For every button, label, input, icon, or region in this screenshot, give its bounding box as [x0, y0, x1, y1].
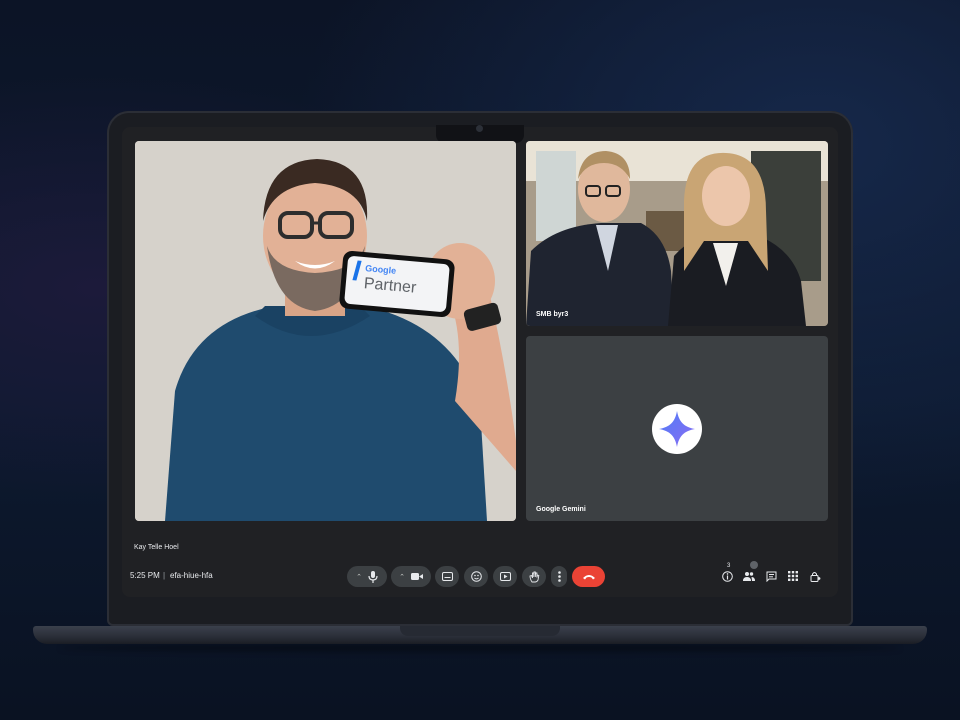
participant-name-gemini: Google Gemini [536, 506, 586, 513]
people-icon [743, 572, 755, 581]
chevron-up-icon[interactable]: ⌃ [399, 573, 405, 581]
gemini-star-icon [659, 411, 695, 447]
mic-icon [368, 570, 378, 583]
phone-google-partner: Google Partner [338, 250, 456, 318]
info-icon [721, 570, 733, 582]
webcam-dot [476, 125, 483, 132]
camera-icon [410, 573, 423, 580]
call-end-icon [582, 575, 595, 580]
activities-button[interactable] [786, 569, 800, 583]
host-controls-button[interactable] [808, 569, 822, 583]
more-vert-icon [557, 571, 561, 582]
people-button[interactable] [742, 569, 756, 583]
present-icon [499, 572, 511, 581]
camera-button[interactable]: ⌃ [391, 566, 431, 587]
gemini-avatar [652, 404, 702, 454]
leave-call-button[interactable] [572, 566, 605, 587]
meeting-info-button[interactable] [720, 569, 734, 583]
more-options-button[interactable] [551, 566, 567, 587]
laptop-shadow [60, 644, 900, 652]
emoji-icon [470, 571, 482, 582]
chat-icon [766, 571, 776, 582]
lock-person-icon [810, 571, 820, 582]
apps-grid-icon [788, 571, 798, 581]
hand-icon [529, 571, 539, 582]
mic-button[interactable]: ⌃ [347, 566, 387, 587]
meeting-separator: | [163, 571, 166, 580]
participant-name-smb: SMB byr3 [536, 311, 569, 318]
participant-video-main [135, 141, 516, 521]
raise-hand-button[interactable] [522, 566, 546, 587]
chevron-up-icon[interactable]: ⌃ [356, 573, 362, 581]
meeting-time: 5:25 PM [130, 571, 160, 580]
laptop-base-groove [400, 626, 560, 636]
phone-logo-word: Google [364, 263, 397, 276]
reactions-button[interactable] [464, 566, 488, 587]
participant-tile-smb[interactable]: SMB byr3 [526, 141, 828, 326]
captions-button[interactable] [435, 566, 459, 587]
present-button[interactable] [493, 566, 517, 587]
captions-icon [441, 572, 453, 581]
participant-tile-main[interactable]: Google Partner [135, 141, 516, 521]
chat-button[interactable] [764, 569, 778, 583]
participant-name-main: Kay Telle Hoel [134, 544, 179, 551]
participant-video-smb [526, 141, 828, 326]
participant-tile-gemini[interactable]: Google Gemini [526, 336, 828, 521]
phone-partner-text: Partner [363, 275, 417, 297]
participant-avatar-dot [750, 561, 758, 569]
meeting-code: efa-hiue-hfa [170, 571, 213, 580]
